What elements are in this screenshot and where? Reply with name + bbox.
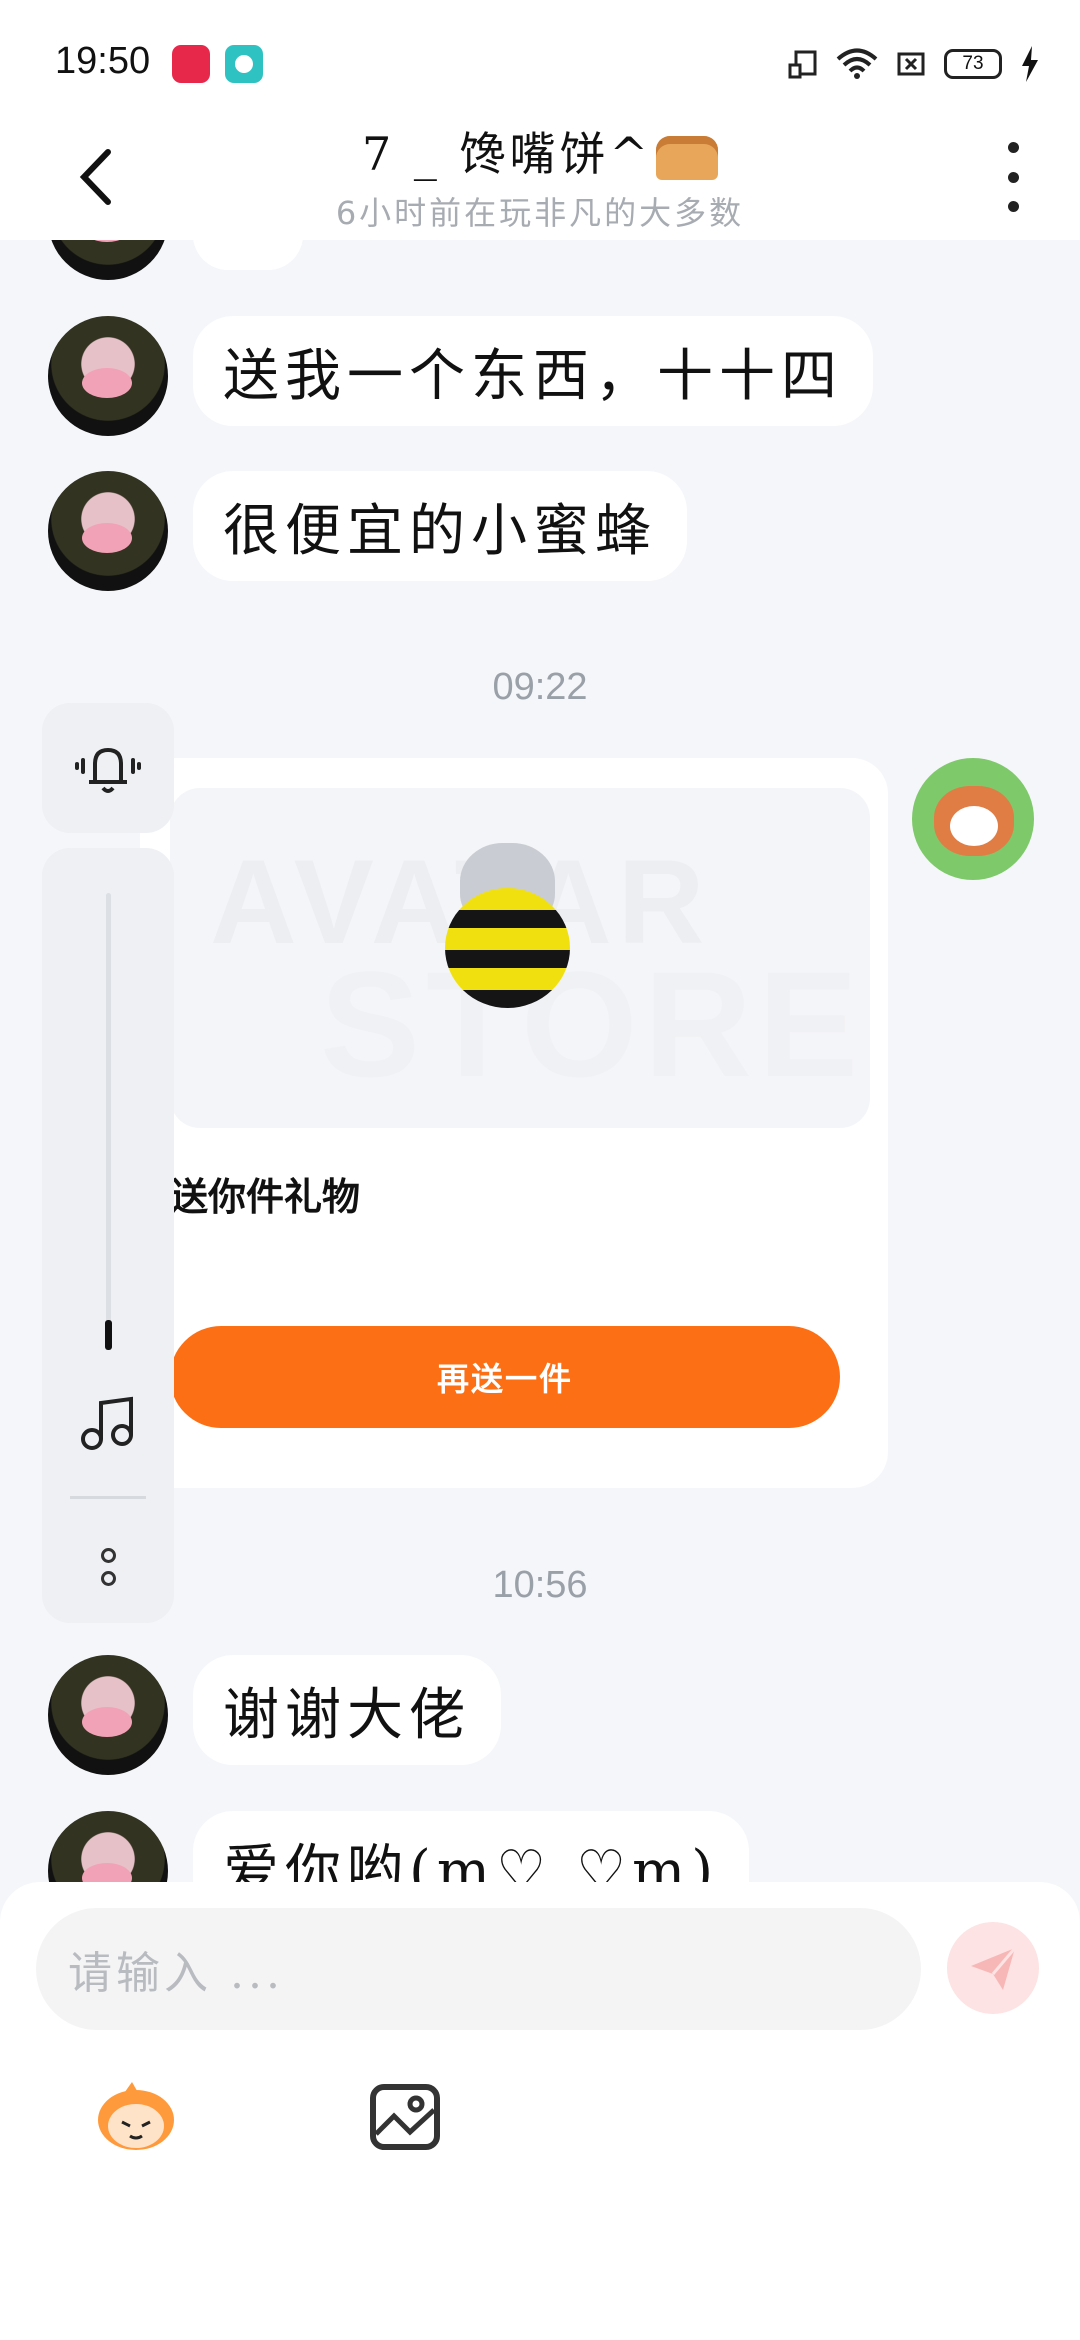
volume-slider-thumb[interactable]	[105, 1320, 112, 1350]
volume-slider[interactable]	[106, 893, 111, 1323]
message-bubble[interactable]: 送我一个东西，十十四	[193, 316, 873, 426]
gift-caption: 送你件礼物	[170, 1174, 361, 1219]
chat-header: 7 _ 馋嘴饼^ 6小时前在玩非凡的大多数	[0, 110, 1080, 240]
my-avatar[interactable]	[912, 758, 1034, 880]
bee-gift-icon	[445, 888, 570, 1008]
cast-icon	[788, 50, 817, 79]
send-another-gift-button[interactable]: 再送一件	[170, 1326, 840, 1428]
dot	[1007, 171, 1019, 183]
battery-icon: 73	[944, 49, 1002, 79]
contact-avatar[interactable]	[48, 471, 168, 591]
bell-icon	[75, 747, 141, 793]
app-notification-icon	[172, 45, 210, 83]
image-icon	[374, 2095, 436, 2136]
contact-avatar[interactable]	[48, 316, 168, 436]
dot	[1007, 201, 1019, 212]
dot	[100, 1548, 116, 1563]
watermark-text: STORE	[320, 940, 865, 1108]
charging-icon	[1022, 46, 1038, 82]
message-bubble[interactable]: 谢谢大佬	[193, 1655, 501, 1765]
notification-bell-button[interactable]	[42, 703, 174, 833]
composer: 请输入 ...	[0, 1882, 1080, 2340]
divider	[70, 1496, 146, 1499]
dot	[1007, 142, 1019, 153]
gift-card[interactable]: AVATAR STORE 送你件礼物 再送一件	[140, 758, 888, 1488]
send-button[interactable]	[947, 1922, 1039, 2014]
wifi-icon	[836, 48, 878, 79]
app-notification-icon	[225, 45, 263, 83]
music-note-icon[interactable]	[78, 1393, 138, 1453]
message-input[interactable]: 请输入 ...	[36, 1908, 921, 2030]
more-controls-button[interactable]	[99, 1548, 117, 1586]
bread-emoji-icon	[656, 136, 719, 180]
gift-image: AVATAR STORE	[170, 788, 870, 1128]
floating-music-panel	[42, 848, 174, 1623]
contact-avatar[interactable]	[48, 1655, 168, 1775]
status-bar: 19:50 73	[0, 0, 1080, 110]
status-time: 19:50	[55, 40, 151, 82]
image-picker-button[interactable]	[370, 2084, 440, 2150]
chat-subtitle: 6小时前在玩非凡的大多数	[335, 194, 745, 232]
close-box-icon	[897, 52, 925, 76]
chat-title: 7 _ 馋嘴饼^	[0, 118, 1080, 184]
more-options-button[interactable]	[1006, 142, 1020, 212]
send-icon	[971, 1947, 1017, 1990]
status-icons: 73	[788, 44, 1040, 84]
timestamp: 09:22	[492, 666, 588, 708]
chat-title-text: 7 _ 馋嘴饼^	[361, 127, 653, 181]
dot	[100, 1571, 116, 1586]
emoji-sticker-button[interactable]	[92, 2078, 180, 2154]
message-bubble[interactable]: 很便宜的小蜜蜂	[193, 471, 687, 581]
